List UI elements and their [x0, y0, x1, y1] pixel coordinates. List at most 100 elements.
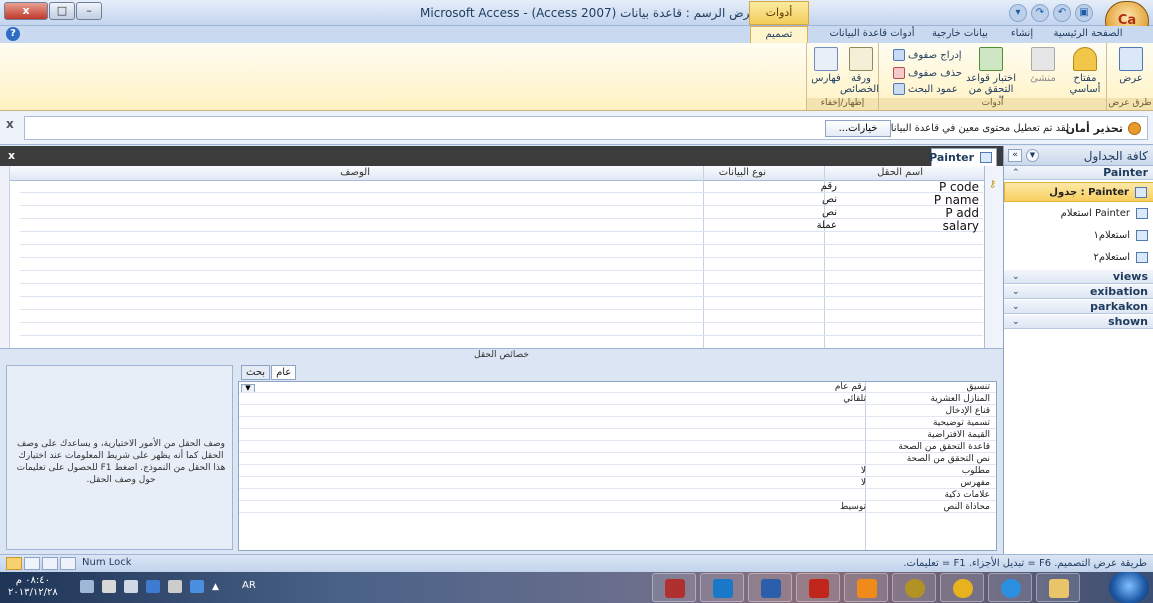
close-window-button[interactable]: x — [4, 2, 48, 20]
property-row[interactable]: المنازل العشرية تلقائي — [239, 394, 996, 405]
datasheet-view-icon[interactable] — [60, 557, 76, 570]
pivottable-view-icon[interactable] — [42, 557, 58, 570]
nav-group-painter[interactable]: Painter ⌃ — [1004, 166, 1153, 180]
table-row[interactable] — [20, 311, 983, 323]
language-indicator[interactable]: AR — [242, 580, 256, 591]
collapse-nav-button[interactable]: « — [1008, 149, 1022, 162]
taskbar-word-app[interactable] — [748, 573, 792, 602]
minimize-button[interactable]: – — [76, 2, 102, 20]
table-row[interactable] — [20, 298, 983, 310]
taskbar-n-app[interactable] — [844, 573, 888, 602]
battery-icon[interactable] — [168, 580, 182, 593]
nav-item-painter-table[interactable]: Painter : جدول — [1004, 182, 1153, 202]
network-icon[interactable] — [80, 580, 94, 593]
taskbar-access-app[interactable] — [652, 573, 696, 602]
taskbar-media-app[interactable] — [700, 573, 744, 602]
field-name-cell[interactable]: salary — [943, 219, 979, 233]
property-value[interactable]: تلقائي — [843, 394, 866, 405]
chevron-up-icon[interactable]: ⌃ — [1012, 166, 1020, 180]
tab-database-tools[interactable]: أدوات قاعدة البيانات — [828, 26, 916, 43]
property-row[interactable]: نص التحقق من الصحة — [239, 454, 996, 465]
indexes-button[interactable]: فهارس — [809, 47, 843, 84]
table-row[interactable] — [20, 272, 983, 284]
chevron-down-icon[interactable]: ⌄ — [1012, 300, 1020, 314]
property-row[interactable]: علامات ذكية — [239, 490, 996, 501]
data-type-cell[interactable]: نص — [822, 207, 837, 218]
tab-painter[interactable]: Painter — [929, 148, 997, 166]
table-row[interactable] — [20, 246, 983, 258]
nav-menu-icon[interactable]: ▼ — [1026, 149, 1039, 162]
nav-group-shown[interactable]: shown ⌄ — [1004, 315, 1153, 329]
table-row[interactable] — [20, 324, 983, 336]
property-value[interactable]: لا — [861, 478, 866, 489]
taskbar-chrome-app[interactable] — [940, 573, 984, 602]
nav-item-painter-query[interactable]: Painter استعلام — [1004, 204, 1153, 224]
action-center-flag-icon[interactable] — [102, 580, 116, 593]
table-row[interactable] — [20, 285, 983, 297]
data-type-cell[interactable]: نص — [822, 194, 837, 205]
property-row[interactable]: تسمية توضيحية — [239, 418, 996, 429]
lookup-column-button[interactable]: عمود البحث — [893, 83, 958, 95]
table-row[interactable] — [20, 233, 983, 245]
nav-title[interactable]: كافة الجداول — [1084, 149, 1148, 163]
close-document-icon[interactable]: x — [8, 149, 15, 162]
undo-icon[interactable]: ↶ — [1053, 4, 1071, 22]
property-row[interactable]: قناع الإدخال — [239, 406, 996, 417]
vertical-scrollbar[interactable] — [0, 166, 10, 348]
table-row[interactable]: P code رقم — [20, 180, 983, 194]
system-clock[interactable]: ٠٨:٤٠ م ٢٠١٣/١٢/٢٨ — [8, 575, 58, 599]
taskbar-quran-app[interactable] — [892, 573, 936, 602]
taskbar-ie-app[interactable] — [988, 573, 1032, 602]
property-sheet-button[interactable]: ورقة الخصائص — [840, 47, 879, 95]
table-row[interactable] — [20, 337, 983, 348]
row-selector-column[interactable] — [984, 166, 1003, 348]
tab-lookup[interactable]: بحث — [241, 365, 271, 380]
volume-icon[interactable] — [124, 580, 138, 593]
tray-app-icon[interactable] — [146, 580, 160, 593]
help-icon[interactable]: ? — [6, 27, 20, 41]
table-row[interactable]: P add نص — [20, 206, 983, 220]
table-row[interactable]: P name نص — [20, 193, 983, 207]
maximize-button[interactable]: □ — [49, 2, 75, 20]
design-view-icon[interactable] — [6, 557, 22, 570]
property-row[interactable]: محاذاة النص توسيط — [239, 502, 996, 513]
start-button[interactable] — [1109, 572, 1149, 603]
tab-design[interactable]: تصميم — [750, 26, 808, 43]
property-row[interactable]: القيمة الافتراضية — [239, 430, 996, 441]
nav-group-views[interactable]: views ⌄ — [1004, 270, 1153, 284]
data-type-cell[interactable]: رقم — [821, 181, 837, 192]
insert-rows-button[interactable]: إدراج صفوف — [893, 49, 962, 61]
tab-home[interactable]: الصفحة الرئيسية — [1052, 26, 1124, 43]
pivotchart-view-icon[interactable] — [24, 557, 40, 570]
tab-create[interactable]: إنشاء — [1004, 26, 1040, 43]
table-row[interactable] — [20, 259, 983, 271]
property-row[interactable]: قاعدة التحقق من الصحة — [239, 442, 996, 453]
save-icon[interactable]: ▣ — [1075, 4, 1093, 22]
field-name-cell[interactable]: P name — [934, 193, 979, 207]
nav-group-exibation[interactable]: exibation ⌄ — [1004, 285, 1153, 299]
chevron-down-icon[interactable]: ⌄ — [1012, 270, 1020, 284]
taskbar-explorer-app[interactable] — [1036, 573, 1080, 602]
property-value[interactable]: توسيط — [840, 502, 866, 513]
field-name-cell[interactable]: P code — [939, 180, 979, 194]
tab-external-data[interactable]: بيانات خارجية — [928, 26, 992, 43]
nav-item-query2[interactable]: استعلام٢ — [1004, 248, 1153, 268]
redo-icon[interactable]: ↷ — [1031, 4, 1049, 22]
builder-button[interactable]: منشئ — [1023, 47, 1063, 84]
property-value[interactable]: رقم عام — [835, 382, 866, 393]
property-value[interactable]: لا — [861, 466, 866, 477]
show-hidden-icons-icon[interactable]: ▲ — [212, 582, 219, 592]
table-row[interactable]: salary عملة — [20, 219, 983, 233]
taskbar-pdf-app[interactable] — [796, 573, 840, 602]
data-type-cell[interactable]: عملة — [817, 220, 837, 231]
nav-item-query1[interactable]: استعلام١ — [1004, 226, 1153, 246]
view-button[interactable]: عرض — [1111, 47, 1151, 84]
tab-general[interactable]: عام — [271, 365, 297, 380]
nav-group-parkakon[interactable]: parkakon ⌄ — [1004, 300, 1153, 314]
delete-rows-button[interactable]: حذف صفوف — [893, 67, 962, 79]
close-icon[interactable]: x — [6, 117, 14, 131]
property-row[interactable]: تنسيق رقم عام — [239, 382, 996, 393]
chevron-down-icon[interactable]: ⌄ — [1012, 315, 1020, 329]
tray-app2-icon[interactable] — [190, 580, 204, 593]
field-name-cell[interactable]: P add — [945, 206, 979, 220]
